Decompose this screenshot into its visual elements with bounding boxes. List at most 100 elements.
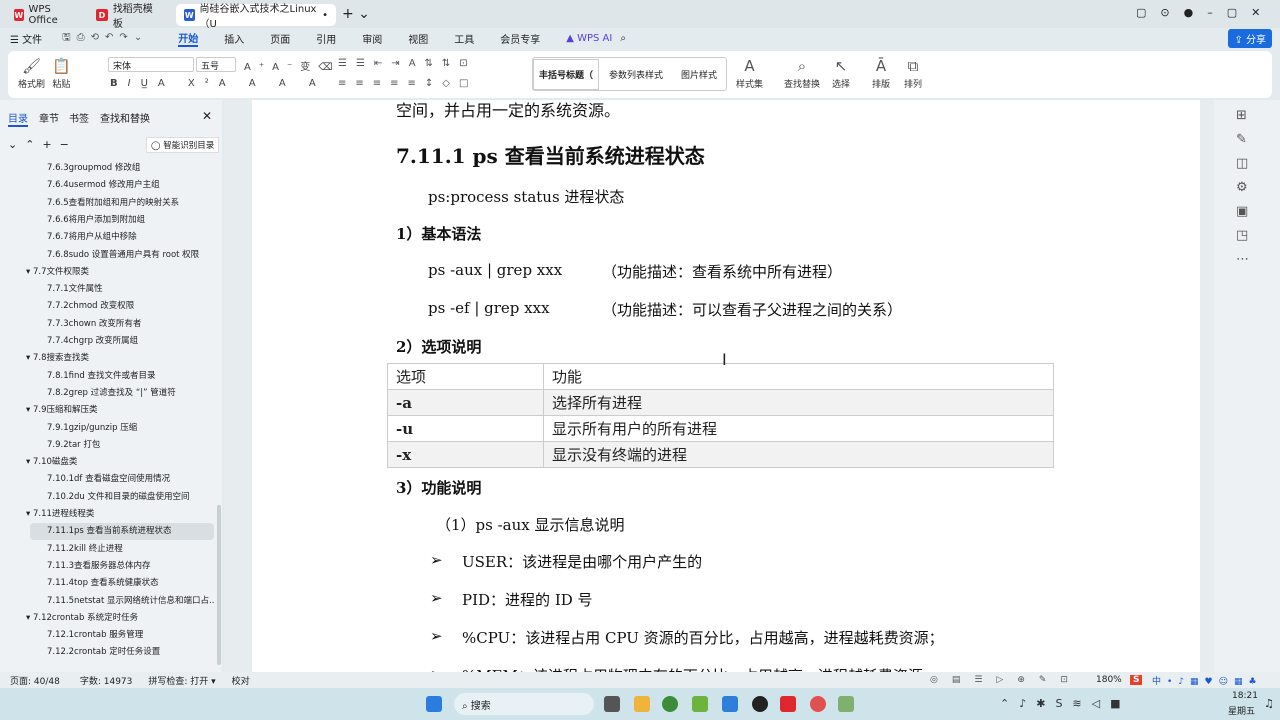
new-tab-icon[interactable]: + ⌄ [342, 6, 370, 22]
sogou-ime-icon[interactable]: S [1130, 675, 1143, 685]
toc-item[interactable]: 7.6.7将用户从组中移除 [0, 229, 214, 246]
toc-item[interactable]: 7.6.5查看附加组和用户的映射关系 [0, 195, 214, 212]
wps-ai-button[interactable]: ▲ WPS AI [566, 33, 612, 44]
tab-wps-office[interactable]: W WPS Office [6, 4, 80, 26]
wps-taskbar-icon[interactable] [780, 696, 796, 712]
close-tab-icon[interactable]: • [322, 10, 328, 21]
toc-item[interactable]: 7.8.1find 查找文件或者目录 [0, 368, 214, 385]
toc-item[interactable]: 7.11.3查看服务器总体内存 [0, 558, 214, 575]
toc-item[interactable]: 7.11.4top 查看系统健康状态 [0, 575, 214, 592]
style-item[interactable]: 丰括号标题（ [533, 58, 600, 90]
clock-day[interactable]: 星期五 [1228, 704, 1255, 717]
toc-item[interactable]: 7.8.2grep 过滤查找及 “|” 管道符 [0, 385, 214, 402]
style-item[interactable]: 图片样式 [673, 68, 725, 81]
toc-item[interactable]: ▾ 7.9压缩和解压类 [0, 402, 214, 419]
search-icon[interactable]: ⌕ [620, 33, 626, 44]
app-icon[interactable] [692, 696, 708, 712]
tool-icon[interactable]: ⊞ [1236, 108, 1247, 123]
select-button[interactable]: ↖ 选择 [832, 57, 850, 90]
app-icon[interactable] [722, 696, 738, 712]
toc-item[interactable]: 7.11.5netstat 显示网络统计信息和端口占... [0, 593, 214, 610]
font-tools[interactable]: A⁺A⁻变⌫ [244, 58, 340, 73]
find-replace-button[interactable]: ⌕ 查找替换 [784, 57, 820, 90]
toc-item[interactable]: 7.12.1crontab 服务管理 [0, 627, 214, 644]
toc-item[interactable]: 7.6.4usermod 修改用户主组 [0, 177, 214, 194]
paragraph-tools[interactable]: ☰☰⇤⇥A⇅⇅⊡ [338, 58, 477, 69]
toc-item[interactable]: 7.7.4chgrp 改变所属组 [0, 333, 214, 350]
toc-item[interactable]: ▾ 7.12crontab 系统定时任务 [0, 610, 214, 627]
file-explorer-icon[interactable] [634, 696, 650, 712]
toc-item[interactable]: 7.6.8sudo 设置普通用户具有 root 权限 [0, 247, 214, 264]
scrollbar[interactable] [217, 505, 221, 665]
quick-access-icons[interactable]: 🖫⎙⟲↶↷⌄ [62, 30, 148, 47]
file-menu[interactable]: ☰ 文件 [10, 31, 42, 46]
text-format-buttons[interactable]: BIU̲A X²A A A A [110, 78, 326, 89]
toc-item[interactable]: 7.7.3chown 改变所有者 [0, 316, 214, 333]
toc-item[interactable]: 7.6.6将用户添加到附加组 [0, 212, 214, 229]
tool-icon[interactable]: ◫ [1236, 156, 1248, 171]
menu-references[interactable]: 引用 [316, 31, 336, 46]
toc-item[interactable]: 7.10.2du 文件和目录的磁盘使用空间 [0, 489, 214, 506]
menu-view[interactable]: 视图 [408, 31, 428, 46]
proofread[interactable]: 校对 [232, 674, 250, 687]
toc-item[interactable]: ▾ 7.10磁盘类 [0, 454, 214, 471]
windows-start-icon[interactable] [426, 696, 442, 712]
toc-item[interactable]: 7.9.2tar 打包 [0, 437, 214, 454]
close-icon[interactable]: ✕ [202, 109, 212, 123]
tab-document[interactable]: W 尚硅谷嵌入式技术之Linux（U • [176, 4, 336, 30]
system-tray[interactable]: ⌃♪✱S≋◁■ [1000, 697, 1131, 710]
tab-chapters[interactable]: 章节 [39, 110, 59, 125]
menu-home[interactable]: 开始 [178, 30, 199, 47]
tab-templates[interactable]: D 找稻壳模板 [88, 4, 170, 30]
menu-membership[interactable]: 会员专享 [500, 31, 540, 46]
alignment-buttons[interactable]: ≡≡≡≡≡↕◇□ [338, 78, 477, 89]
word-count[interactable]: 字数: 14973 [80, 674, 133, 687]
menu-page[interactable]: 页面 [270, 31, 290, 46]
toc-item[interactable]: 7.6.3groupmod 修改组 [0, 160, 214, 177]
toc-item[interactable]: 7.7.1文件属性 [0, 281, 214, 298]
tool-icon[interactable]: ⋯ [1236, 252, 1249, 267]
notification-icon[interactable]: ♫ [1264, 697, 1274, 710]
page-count[interactable]: 页面: 40/48 [10, 674, 60, 687]
toc-item[interactable]: 7.11.1ps 查看当前系统进程状态 [30, 523, 214, 541]
style-set-button[interactable]: A 样式集 [736, 57, 763, 90]
view-mode-icons[interactable]: ◎▤☰▷⊕✎⊡ [930, 675, 1082, 685]
arrange-button[interactable]: ⧉ 排列 [904, 57, 922, 90]
task-view-icon[interactable] [604, 696, 620, 712]
chrome-icon[interactable] [662, 696, 678, 712]
clock-time[interactable]: 18:21 [1232, 691, 1258, 701]
toc-item[interactable]: 7.9.1gzip/gunzip 压缩 [0, 420, 214, 437]
menu-review[interactable]: 审阅 [362, 31, 382, 46]
format-painter-button[interactable]: 🖌 格式刷 [18, 57, 45, 90]
toc-item[interactable]: ▾ 7.8搜索查找类 [0, 350, 214, 367]
toc-item[interactable]: 7.7.2chmod 改变权限 [0, 298, 214, 315]
layout-button[interactable]: Ā 排版 [872, 57, 890, 90]
ime-toolbar[interactable]: 中•♪▦♥☺▦♣ [1152, 674, 1263, 687]
font-size-select[interactable]: 五号 [196, 57, 236, 72]
tab-toc[interactable]: 目录 [8, 110, 28, 127]
app-icon[interactable] [838, 696, 854, 712]
style-item[interactable]: 参数列表样式 [599, 68, 673, 81]
toc-item[interactable]: 7.11.2kill 终止进程 [0, 541, 214, 558]
share-button[interactable]: ⇪ 分享 [1228, 29, 1272, 48]
tool-icon[interactable]: ◳ [1236, 228, 1248, 243]
tab-find-replace[interactable]: 查找和替换 [100, 110, 150, 125]
menu-tools[interactable]: 工具 [454, 31, 474, 46]
paste-button[interactable]: 📋 粘贴 [52, 57, 71, 90]
obs-icon[interactable] [752, 696, 768, 712]
tool-icon[interactable]: ▣ [1236, 204, 1248, 219]
toc-controls[interactable]: ⌄⌃+− [8, 138, 77, 151]
zoom-level[interactable]: 180% [1096, 675, 1122, 685]
tab-bookmarks[interactable]: 书签 [69, 110, 89, 125]
window-controls[interactable]: ▢⊙●–▢✕ [1136, 6, 1274, 19]
tool-icon[interactable]: ⚙ [1236, 180, 1248, 195]
toc-item[interactable]: ▾ 7.11进程线程类 [0, 506, 214, 523]
spell-check[interactable]: 拼写检查: 打开 ▾ [148, 674, 215, 687]
toc-item[interactable]: 7.10.1df 查看磁盘空间使用情况 [0, 471, 214, 488]
menu-insert[interactable]: 插入 [224, 31, 244, 46]
taskbar-search[interactable]: ⌕ 搜索 [454, 693, 594, 715]
toc-item[interactable]: 7.12.2crontab 定时任务设置 [0, 644, 214, 661]
tool-icon[interactable]: ✎ [1236, 132, 1247, 147]
toc-item[interactable]: ▾ 7.7文件权限类 [0, 264, 214, 281]
app-icon[interactable] [810, 696, 826, 712]
